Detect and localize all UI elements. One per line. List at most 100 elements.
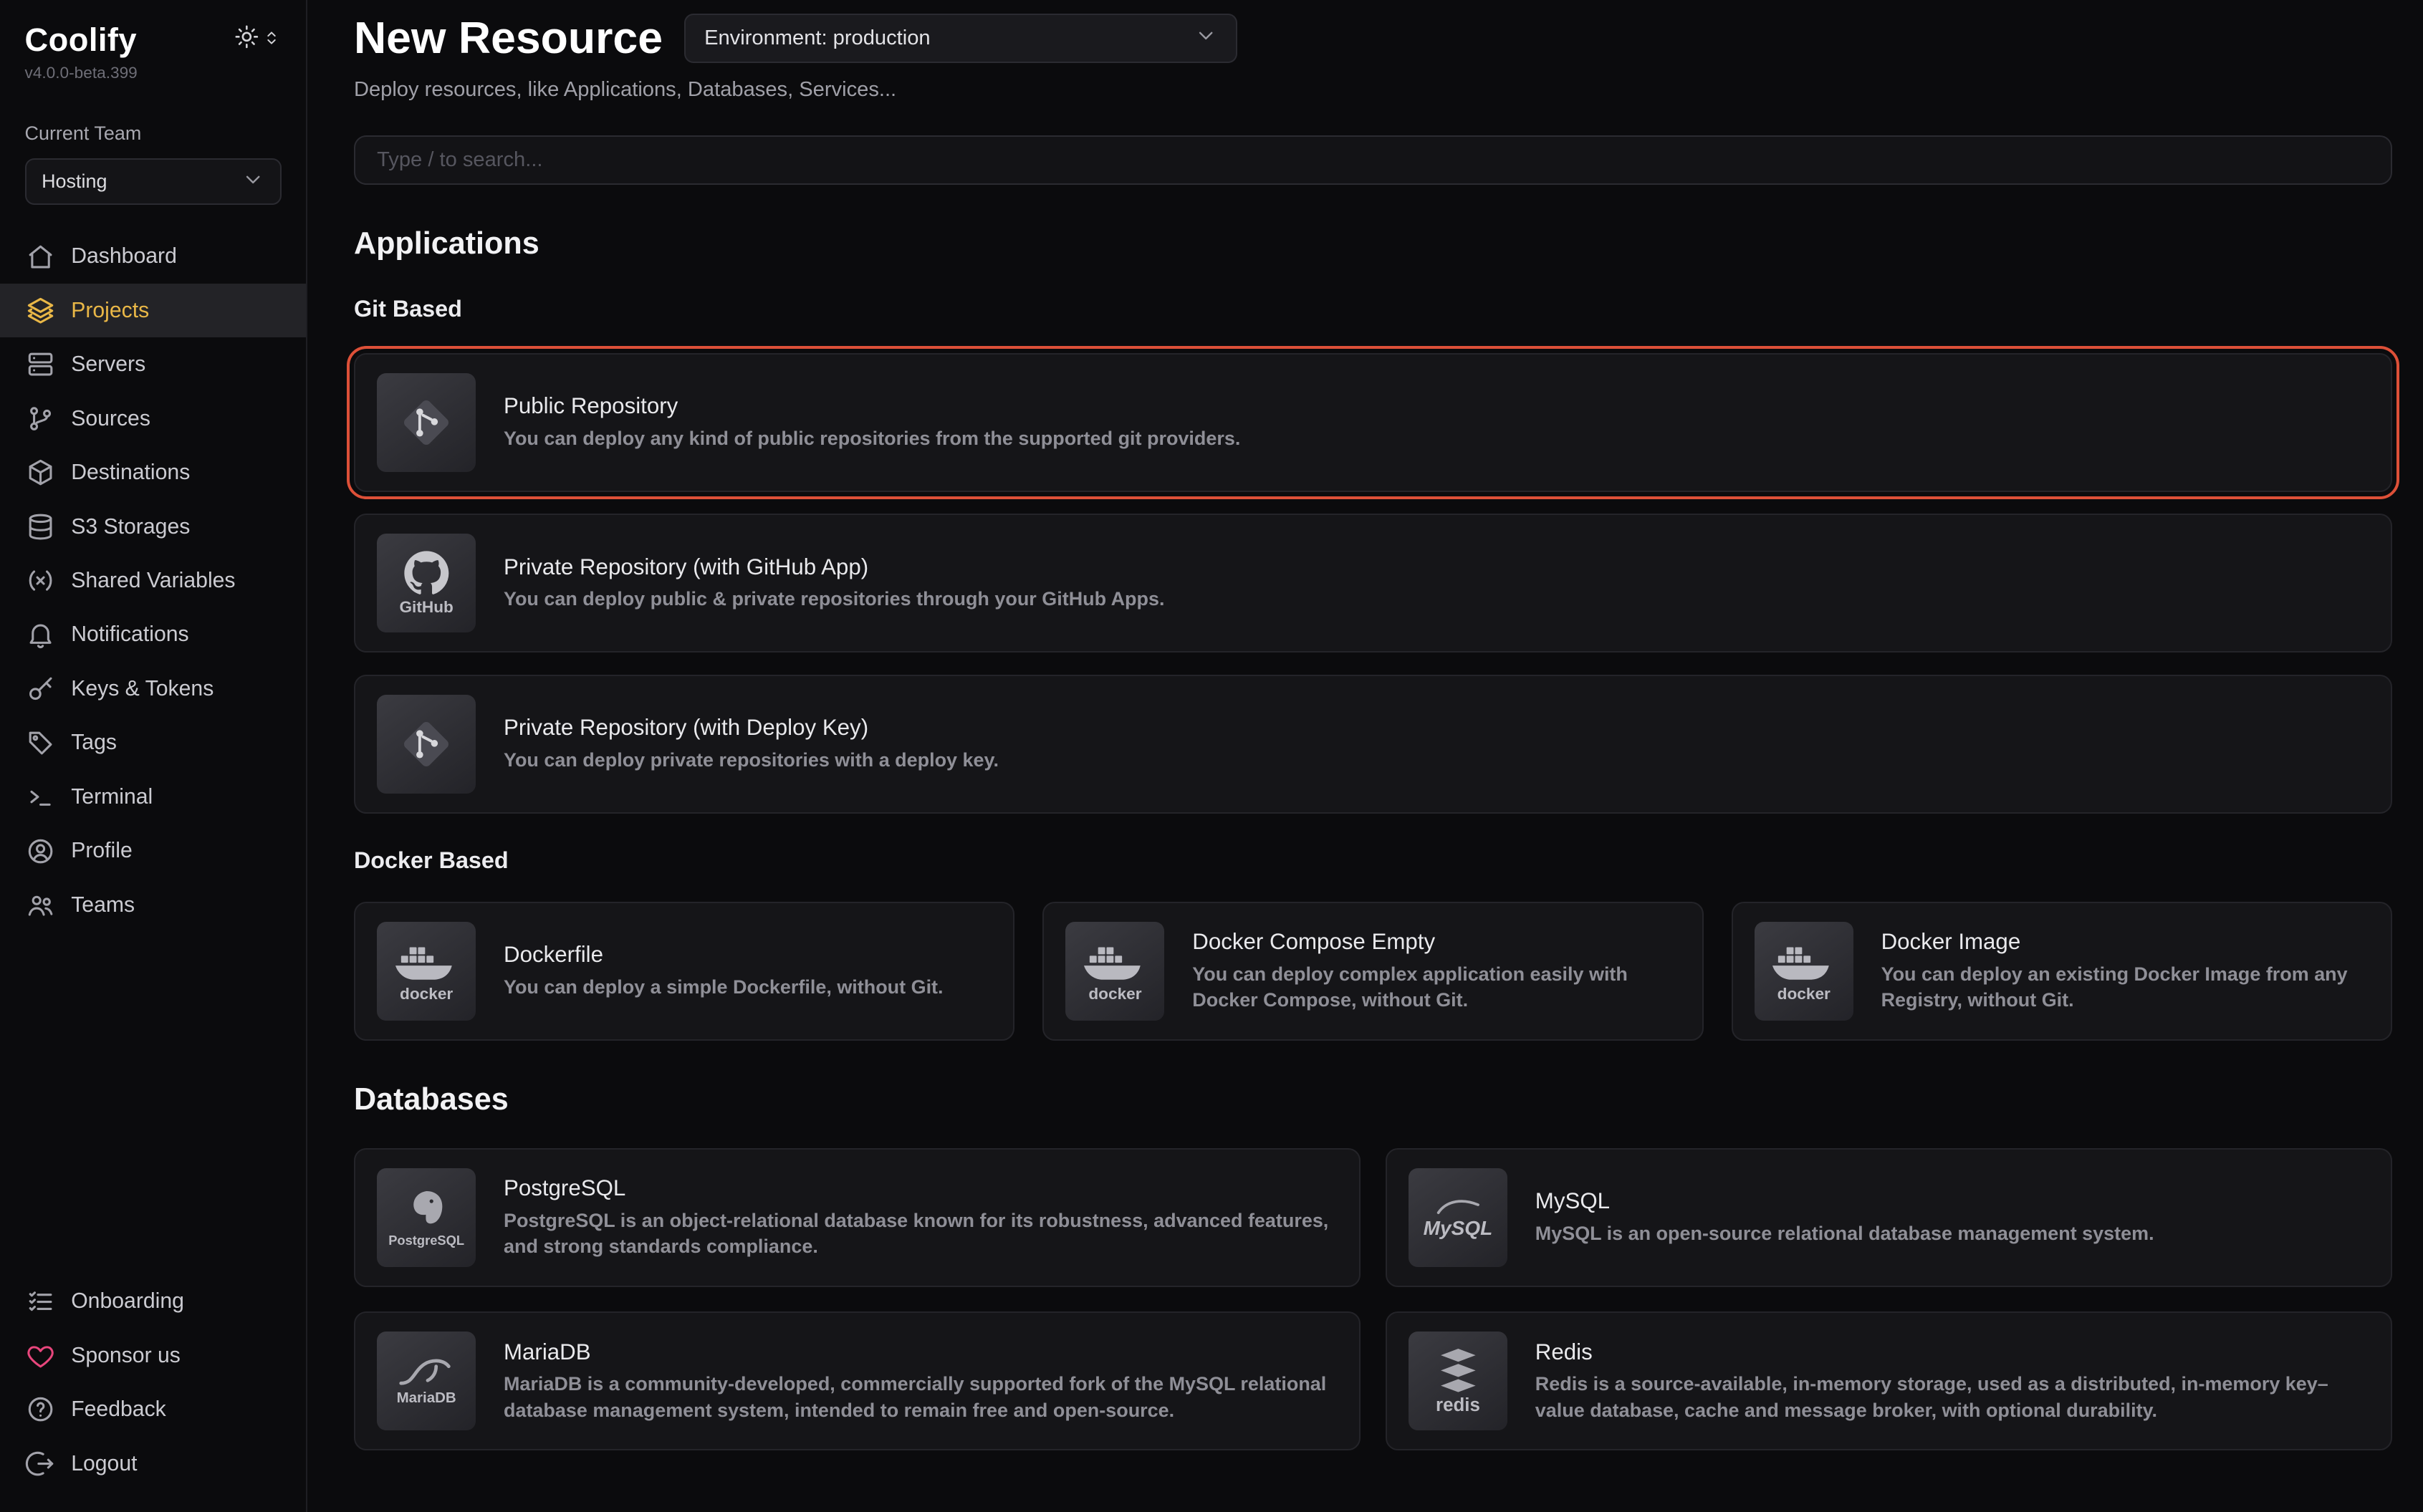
sidebar-item-label: Servers (71, 352, 145, 377)
sidebar-item-sources[interactable]: Sources (0, 392, 306, 446)
sidebar-item-label: Tags (71, 731, 117, 755)
sun-icon (234, 24, 260, 57)
sidebar: Coolify v4.0.0-beta.399 Current Team Hos… (0, 0, 307, 1512)
git-branch-icon (25, 403, 56, 434)
card-title: Private Repository (with Deploy Key) (504, 715, 999, 741)
resource-card-docker-image[interactable]: docker Docker Image You can deploy an ex… (1732, 902, 2393, 1041)
resource-card-mariadb[interactable]: MariaDB MariaDB MariaDB is a community-d… (354, 1311, 1361, 1450)
sidebar-item-label: Keys & Tokens (71, 677, 213, 701)
theme-switcher[interactable] (234, 24, 282, 57)
sidebar-item-projects[interactable]: Projects (0, 284, 306, 337)
section-title-databases: Databases (354, 1082, 2392, 1117)
mariadb-icon: MariaDB (377, 1332, 476, 1430)
bell-icon (25, 620, 56, 650)
search-input[interactable] (354, 135, 2392, 185)
card-description: PostgreSQL is an object-relational datab… (504, 1208, 1338, 1260)
postgresql-icon: PostgreSQL (377, 1168, 476, 1267)
sidebar-item-label: Teams (71, 893, 135, 918)
mariadb-logo-label: MariaDB (397, 1391, 456, 1405)
resource-card-postgresql[interactable]: PostgreSQL PostgreSQL PostgreSQL is an o… (354, 1148, 1361, 1287)
card-title: MySQL (1535, 1188, 2154, 1214)
sidebar-item-label: Dashboard (71, 244, 177, 269)
redis-logo-label: redis (1436, 1397, 1480, 1415)
sidebar-item-onboarding[interactable]: Onboarding (0, 1274, 306, 1328)
github-icon: GitHub (377, 534, 476, 632)
card-text: Public Repository You can deploy any kin… (504, 393, 1240, 451)
card-title: Public Repository (504, 393, 1240, 419)
card-text: PostgreSQL PostgreSQL is an object-relat… (504, 1175, 1338, 1259)
card-description: You can deploy any kind of public reposi… (504, 425, 1240, 451)
card-text: MariaDB MariaDB is a community-developed… (504, 1339, 1338, 1423)
resource-card-dockerfile[interactable]: docker Dockerfile You can deploy a simpl… (354, 902, 1014, 1041)
database-icon (25, 511, 56, 542)
sidebar-item-label: Sponsor us (71, 1344, 181, 1368)
chevron-updown-icon (262, 27, 282, 54)
chevron-down-icon (1194, 24, 1217, 52)
sidebar-item-sponsor-us[interactable]: Sponsor us (0, 1329, 306, 1382)
resource-card-private-repository-github-app[interactable]: GitHub Private Repository (with GitHub A… (354, 514, 2392, 653)
home-icon (25, 241, 56, 272)
terminal-icon (25, 781, 56, 812)
server-icon (25, 349, 56, 380)
help-circle-icon (25, 1394, 56, 1425)
mysql-icon: MySQL (1409, 1168, 1507, 1267)
mysql-logo-label: MySQL (1424, 1218, 1493, 1238)
environment-select[interactable]: Environment: production (684, 14, 1237, 63)
docker-icon: docker (377, 922, 476, 1021)
sidebar-item-label: Destinations (71, 461, 190, 485)
git-icon (377, 695, 476, 794)
sidebar-item-label: Logout (71, 1452, 137, 1476)
sidebar-item-teams[interactable]: Teams (0, 878, 306, 932)
sidebar-item-keys-tokens[interactable]: Keys & Tokens (0, 662, 306, 716)
logout-icon (25, 1448, 56, 1479)
sidebar-nav: Dashboard Projects Servers Sources Desti… (0, 229, 306, 932)
docker-logo-label: docker (1088, 986, 1141, 1003)
sidebar-item-label: Sources (71, 407, 150, 431)
resource-card-redis[interactable]: redis Redis Redis is a source-available,… (1386, 1311, 2392, 1450)
card-text: Redis Redis is a source-available, in-me… (1535, 1339, 2369, 1423)
section-title-applications: Applications (354, 226, 2392, 261)
card-title: Docker Compose Empty (1192, 929, 1680, 955)
card-title: MariaDB (504, 1339, 1338, 1365)
card-text: Docker Image You can deploy an existing … (1881, 929, 2369, 1013)
resource-card-docker-compose-empty[interactable]: docker Docker Compose Empty You can depl… (1042, 902, 1704, 1041)
user-circle-icon (25, 836, 56, 867)
sidebar-item-feedback[interactable]: Feedback (0, 1382, 306, 1436)
app-version: v4.0.0-beta.399 (0, 59, 306, 82)
sidebar-item-notifications[interactable]: Notifications (0, 608, 306, 662)
environment-select-value: Environment: production (704, 27, 931, 50)
postgresql-logo-label: PostgreSQL (388, 1234, 464, 1247)
subsection-title-docker-based: Docker Based (354, 847, 2392, 874)
chevron-down-icon (241, 168, 264, 196)
sidebar-item-label: S3 Storages (71, 515, 190, 539)
page-subtitle: Deploy resources, like Applications, Dat… (354, 78, 2392, 102)
sidebar-item-tags[interactable]: Tags (0, 716, 306, 770)
docker-icon: docker (1755, 922, 1853, 1021)
main-content: New Resource Environment: production Dep… (307, 0, 2423, 1512)
card-description: You can deploy complex application easil… (1192, 961, 1680, 1013)
sidebar-item-destinations[interactable]: Destinations (0, 446, 306, 499)
card-title: Docker Image (1881, 929, 2369, 955)
resource-card-mysql[interactable]: MySQL MySQL MySQL is an open-source rela… (1386, 1148, 2392, 1287)
resource-card-public-repository[interactable]: Public Repository You can deploy any kin… (354, 353, 2392, 492)
sidebar-item-terminal[interactable]: Terminal (0, 770, 306, 824)
users-icon (25, 890, 56, 920)
key-icon (25, 673, 56, 704)
team-select[interactable]: Hosting (25, 158, 282, 205)
current-team-label: Current Team (0, 122, 306, 145)
sidebar-item-profile[interactable]: Profile (0, 824, 306, 878)
card-text: Private Repository (with GitHub App) You… (504, 554, 1164, 612)
page-header: New Resource Environment: production (354, 12, 2392, 64)
sidebar-item-label: Projects (71, 299, 149, 323)
page-title: New Resource (354, 12, 663, 64)
docker-based-cards: docker Dockerfile You can deploy a simpl… (354, 902, 2392, 1041)
sidebar-item-dashboard[interactable]: Dashboard (0, 229, 306, 283)
resource-card-private-repository-deploy-key[interactable]: Private Repository (with Deploy Key) You… (354, 675, 2392, 814)
sidebar-item-logout[interactable]: Logout (0, 1437, 306, 1491)
sidebar-item-servers[interactable]: Servers (0, 337, 306, 391)
heart-icon (25, 1340, 56, 1371)
card-description: You can deploy an existing Docker Image … (1881, 961, 2369, 1013)
sidebar-item-s3-storages[interactable]: S3 Storages (0, 500, 306, 554)
sidebar-item-label: Profile (71, 839, 133, 863)
sidebar-item-shared-variables[interactable]: Shared Variables (0, 554, 306, 607)
